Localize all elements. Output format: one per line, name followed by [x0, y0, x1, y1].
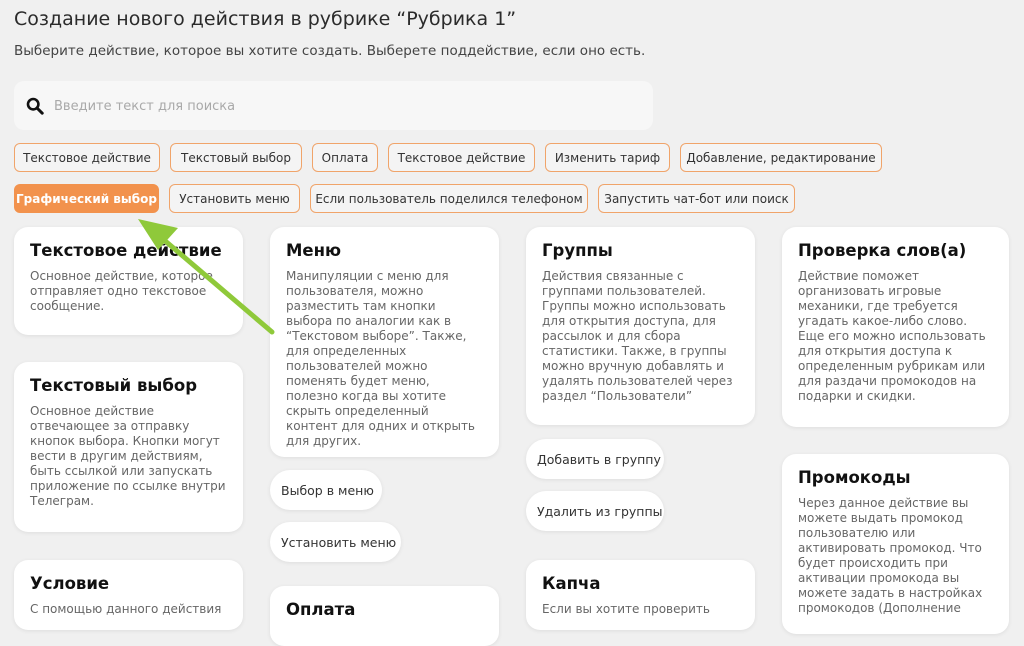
card-description: С помощью данного действия	[30, 602, 222, 616]
card-title: Промокоды	[798, 468, 911, 487]
action-card-groups[interactable]: Группы Действия связанные с группами пол…	[526, 227, 755, 425]
card-title: Текстовое действие	[30, 241, 222, 260]
filter-chip-add-edit[interactable]: Добавление, редактирование	[680, 143, 882, 172]
card-description: Действие поможет организовать игровые ме…	[798, 269, 986, 403]
action-card-word-check[interactable]: Проверка слов(а) Действие поможет органи…	[782, 227, 1009, 427]
card-title: Меню	[286, 241, 342, 260]
page-subtitle: Выберите действие, которое вы хотите соз…	[14, 43, 646, 59]
action-card-promocodes[interactable]: Промокоды Через данное действие вы может…	[782, 454, 1009, 634]
action-card-condition[interactable]: Условие С помощью данного действия	[14, 560, 243, 630]
card-title: Условие	[30, 574, 110, 593]
card-description: Действия связанные с группами пользовате…	[542, 269, 733, 403]
subaction-remove-from-group[interactable]: Удалить из группы	[526, 491, 664, 531]
filter-chip-change-tariff[interactable]: Изменить тариф	[545, 143, 670, 172]
subaction-menu-choice[interactable]: Выбор в меню	[270, 470, 382, 510]
card-description: Манипуляции с меню для пользователя, мож…	[286, 269, 476, 448]
card-title: Текстовый выбор	[30, 376, 198, 395]
card-description: Основное действие, которое отправляет од…	[30, 269, 213, 313]
page-title: Создание нового действия в рубрике “Рубр…	[14, 8, 517, 30]
action-card-text-choice[interactable]: Текстовый выбор Основное действие отвеча…	[14, 362, 243, 532]
action-card-menu[interactable]: Меню Манипуляции с меню для пользователя…	[270, 227, 499, 457]
subaction-set-menu[interactable]: Установить меню	[270, 522, 401, 562]
search-icon	[26, 97, 44, 115]
card-title: Оплата	[286, 600, 356, 619]
filter-chip-phone-shared[interactable]: Если пользователь поделился телефоном	[310, 184, 588, 213]
search-input[interactable]	[52, 89, 646, 123]
filter-chip-text-choice[interactable]: Текстовый выбор	[170, 143, 302, 172]
subaction-add-to-group[interactable]: Добавить в группу	[526, 439, 664, 479]
filter-chip-text-action-2[interactable]: Текстовое действие	[388, 143, 535, 172]
card-title: Группы	[542, 241, 613, 260]
filter-chip-text-action[interactable]: Текстовое действие	[14, 143, 160, 172]
action-card-payment[interactable]: Оплата	[270, 586, 499, 646]
filter-chip-payment[interactable]: Оплата	[312, 143, 378, 172]
action-card-text-action[interactable]: Текстовое действие Основное действие, ко…	[14, 227, 243, 335]
card-description: Если вы хотите проверить	[542, 602, 710, 616]
search-box[interactable]	[14, 81, 653, 130]
action-card-captcha[interactable]: Капча Если вы хотите проверить	[526, 560, 755, 630]
filter-chip-launch-chatbot[interactable]: Запустить чат-бот или поиск	[598, 184, 795, 213]
card-title: Проверка слов(а)	[798, 241, 967, 260]
filter-chip-graphic-choice[interactable]: Графический выбор	[14, 184, 159, 213]
card-description: Основное действие отвечающее за отправку…	[30, 404, 226, 508]
card-description: Через данное действие вы можете выдать п…	[798, 496, 983, 615]
filter-chip-set-menu[interactable]: Установить меню	[169, 184, 300, 213]
card-title: Капча	[542, 574, 601, 593]
